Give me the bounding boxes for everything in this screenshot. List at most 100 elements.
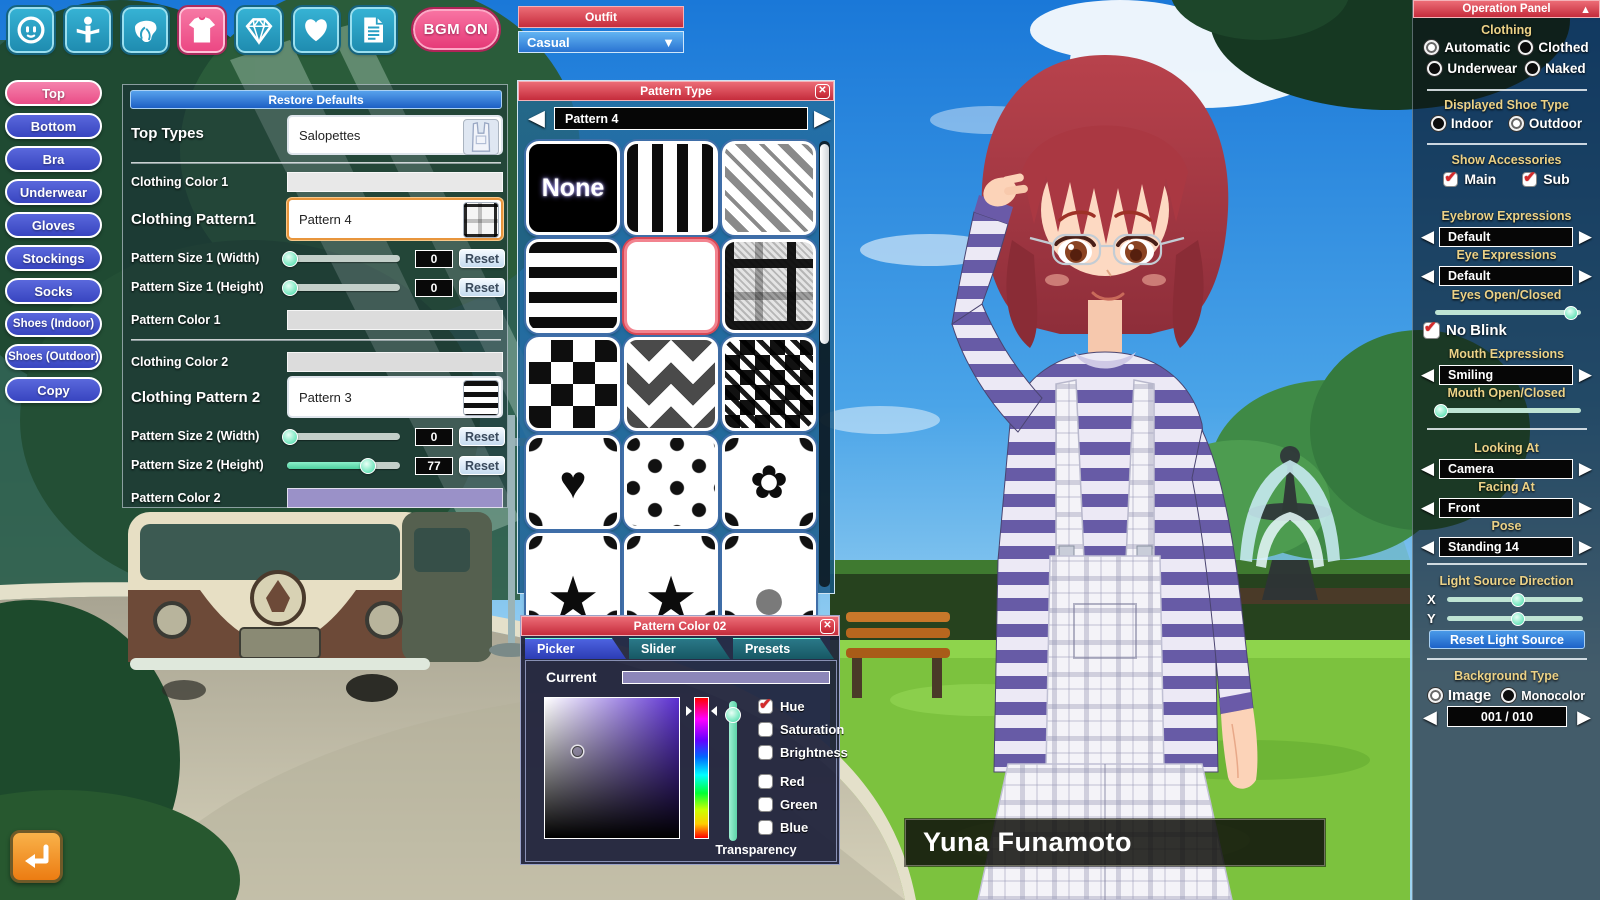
next-arrow[interactable]: ▶ xyxy=(1579,365,1592,385)
radio-icon[interactable] xyxy=(1431,116,1446,131)
checkbox-sub-accessories[interactable]: ✔Sub xyxy=(1522,171,1569,187)
next-arrow[interactable]: ▶ xyxy=(1579,498,1592,518)
radio-indoor[interactable]: Indoor xyxy=(1431,116,1493,131)
pattern-tile-flower[interactable]: ✿ xyxy=(722,435,816,529)
checkbox-main-accessories[interactable]: ✔Main xyxy=(1443,171,1496,187)
radio-underwear[interactable]: Underwear xyxy=(1427,61,1517,76)
pattern-tile-checkerboard[interactable] xyxy=(526,337,620,431)
tab-presets[interactable]: Presets xyxy=(733,638,834,659)
sidebar-item-shoes-indoor[interactable]: Shoes (Indoor) xyxy=(5,311,102,337)
slider-knob[interactable] xyxy=(725,707,741,723)
tab-picker[interactable]: Picker xyxy=(525,638,626,659)
hair-tab-icon[interactable] xyxy=(122,7,168,53)
pattern-tile-polka-dots[interactable] xyxy=(624,435,718,529)
prev-arrow[interactable]: ◀ xyxy=(1421,537,1434,557)
next-arrow[interactable]: ▶ xyxy=(1579,537,1592,557)
prev-arrow[interactable]: ◀ xyxy=(1421,498,1434,518)
clothing-pattern2-select[interactable]: Pattern 3 xyxy=(287,376,503,418)
operation-panel-header[interactable]: Operation Panel ▲ xyxy=(1413,0,1600,18)
slider-knob[interactable] xyxy=(1434,404,1448,418)
size1-height-reset-button[interactable]: Reset xyxy=(459,278,505,297)
sidebar-item-stockings[interactable]: Stockings xyxy=(5,245,102,271)
next-arrow[interactable]: ▶ xyxy=(1579,266,1592,286)
radio-clothed[interactable]: Clothed xyxy=(1518,40,1588,55)
pattern-tile-none[interactable]: None xyxy=(526,141,620,235)
radio-automatic[interactable]: Automatic xyxy=(1424,40,1510,55)
pattern-tile-diamonds[interactable] xyxy=(624,337,718,431)
pattern-prev-arrow[interactable]: ◀ xyxy=(528,107,545,129)
size2-height-reset-button[interactable]: Reset xyxy=(459,456,505,475)
prev-arrow[interactable]: ◀ xyxy=(1421,365,1434,385)
restore-defaults-button[interactable]: Restore Defaults xyxy=(130,90,502,109)
slider-knob[interactable] xyxy=(1511,593,1525,607)
checkbox[interactable]: ✔ xyxy=(758,722,773,737)
slider-knob[interactable] xyxy=(282,280,298,296)
size1-width-reset-button[interactable]: Reset xyxy=(459,249,505,268)
size2-height-slider[interactable] xyxy=(287,462,400,469)
radio-outdoor[interactable]: Outdoor xyxy=(1509,116,1582,131)
size1-height-slider[interactable] xyxy=(287,284,400,291)
transparency-slider[interactable] xyxy=(729,701,737,841)
slider-knob[interactable] xyxy=(1564,306,1578,320)
checkbox[interactable]: ✔ xyxy=(758,820,773,835)
accessory-tab-icon[interactable] xyxy=(236,7,282,53)
checkbox-no-blink[interactable]: ✔No Blink xyxy=(1423,322,1507,339)
pattern-next-arrow[interactable]: ▶ xyxy=(814,107,831,129)
outfit-dropdown[interactable]: Casual ▼ xyxy=(518,31,684,53)
size2-width-reset-button[interactable]: Reset xyxy=(459,427,505,446)
next-arrow[interactable]: ▶ xyxy=(1579,459,1592,479)
favorites-tab-icon[interactable] xyxy=(293,7,339,53)
channel-brightness[interactable]: ✔Brightness xyxy=(758,745,848,760)
pattern-color2-swatch[interactable] xyxy=(287,488,503,508)
clothing-color2-swatch[interactable] xyxy=(287,352,503,372)
top-types-select[interactable]: Salopettes xyxy=(287,115,503,155)
radio-icon[interactable] xyxy=(1427,61,1442,76)
checkbox[interactable]: ✔ xyxy=(758,745,773,760)
radio-icon[interactable] xyxy=(1428,688,1443,703)
radio-icon[interactable] xyxy=(1518,40,1533,55)
prev-arrow[interactable]: ◀ xyxy=(1421,227,1434,247)
sidebar-item-underwear[interactable]: Underwear xyxy=(5,179,102,205)
slider-knob[interactable] xyxy=(282,251,298,267)
sv-cursor[interactable] xyxy=(572,746,583,757)
checkbox[interactable]: ✔ xyxy=(1423,322,1440,339)
pattern-tile-horizontal-stripes[interactable] xyxy=(526,239,620,333)
sidebar-item-socks[interactable]: Socks xyxy=(5,278,102,304)
channel-green[interactable]: ✔Green xyxy=(758,797,818,812)
checkbox[interactable]: ✔ xyxy=(758,699,773,714)
pattern-tile-star[interactable]: ★ xyxy=(624,533,718,627)
pattern-scrollbar[interactable] xyxy=(819,141,830,587)
pattern-tile-strawberry[interactable]: ● xyxy=(722,533,816,627)
radio-bg-monocolor[interactable]: Monocolor xyxy=(1501,687,1585,704)
bgm-toggle-button[interactable]: BGM ON xyxy=(413,9,499,50)
slider-knob[interactable] xyxy=(1511,612,1525,626)
light-x-slider[interactable] xyxy=(1447,597,1583,602)
slider-knob[interactable] xyxy=(282,429,298,445)
face-tab-icon[interactable] xyxy=(8,7,54,53)
checkbox[interactable]: ✔ xyxy=(1443,172,1458,187)
card-tab-icon[interactable] xyxy=(350,7,396,53)
checkbox[interactable]: ✔ xyxy=(758,774,773,789)
light-y-slider[interactable] xyxy=(1447,616,1583,621)
body-tab-icon[interactable] xyxy=(65,7,111,53)
channel-saturation[interactable]: ✔Saturation xyxy=(758,722,844,737)
checkbox[interactable]: ✔ xyxy=(758,797,773,812)
pattern-tile-stars[interactable]: ★ xyxy=(526,533,620,627)
bg-next-arrow[interactable]: ▶ xyxy=(1577,706,1591,728)
close-icon[interactable]: ✕ xyxy=(815,84,830,99)
radio-icon[interactable] xyxy=(1501,688,1516,703)
radio-icon[interactable] xyxy=(1424,40,1439,55)
radio-bg-image[interactable]: Image xyxy=(1428,687,1491,704)
pattern-tile-tartan[interactable] xyxy=(722,239,816,333)
sidebar-item-bra[interactable]: Bra xyxy=(5,146,102,172)
sidebar-item-top[interactable]: Top xyxy=(5,80,102,106)
pattern-tile-houndstooth[interactable] xyxy=(722,337,816,431)
prev-arrow[interactable]: ◀ xyxy=(1421,266,1434,286)
slider-knob[interactable] xyxy=(360,458,376,474)
next-arrow[interactable]: ▶ xyxy=(1579,227,1592,247)
reset-light-source-button[interactable]: Reset Light Source xyxy=(1429,630,1585,649)
mouth-open-slider[interactable] xyxy=(1435,408,1581,413)
checkbox[interactable]: ✔ xyxy=(1522,172,1537,187)
channel-hue[interactable]: ✔Hue xyxy=(758,699,805,714)
radio-icon[interactable] xyxy=(1509,116,1524,131)
